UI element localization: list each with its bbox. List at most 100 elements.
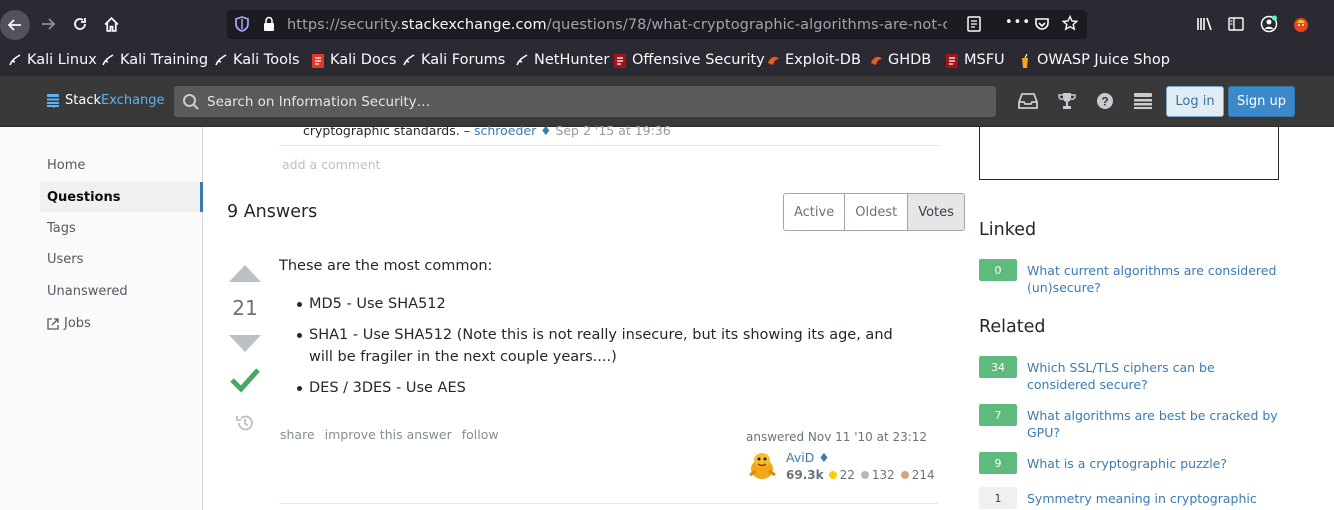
gold-badge-icon [828, 471, 837, 479]
achievements-trophy-icon[interactable] [1056, 91, 1078, 111]
bookmark-3[interactable]: Kali Docs [312, 50, 396, 70]
bookmark-label: Kali Linux [27, 52, 97, 68]
bookmark-star-icon[interactable] [1061, 14, 1079, 35]
lock-icon[interactable] [263, 16, 275, 36]
exploitdb-icon [767, 54, 779, 66]
related-score-badge: 9 [979, 452, 1017, 474]
bookmark-2[interactable]: Kali Tools [215, 50, 300, 70]
bookmark-label: Kali Training [120, 52, 209, 68]
answer-intro: These are the most common: [279, 258, 493, 274]
forward-button[interactable] [38, 9, 58, 39]
stackexchange-logo[interactable]: Stack Exchange [47, 93, 165, 108]
linked-heading: Linked [979, 220, 1037, 240]
signup-button[interactable]: Sign up [1228, 86, 1295, 117]
sidebar-item-tags[interactable]: Tags [47, 221, 76, 236]
home-icon [104, 16, 118, 32]
inbox-icon[interactable] [1017, 91, 1039, 111]
sidebar-item-home[interactable]: Home [47, 158, 85, 173]
linked-question-link[interactable]: What current algorithms are considered (… [1027, 262, 1287, 296]
tab-votes[interactable]: Votes [907, 194, 964, 230]
bookmark-1[interactable]: Kali Training [102, 50, 208, 70]
offsec-icon [614, 54, 626, 68]
related-score-badge: 7 [979, 404, 1017, 426]
login-button[interactable]: Log in [1166, 86, 1224, 117]
forward-arrow-icon [42, 18, 56, 30]
bookmark-5[interactable]: NetHunter [516, 50, 609, 70]
library-icon[interactable] [1196, 16, 1214, 36]
bookmark-10[interactable]: OWASP Juice Shop [1019, 50, 1170, 70]
logo-text-exchange: Exchange [101, 93, 165, 108]
answered-time[interactable]: answered Nov 11 '10 at 23:12 [746, 430, 927, 444]
bookmark-label: MSFU [964, 52, 1005, 68]
bookmark-0[interactable]: Kali Linux [9, 50, 97, 70]
bullet-dot [297, 386, 302, 391]
improve-answer-link[interactable]: improve this answer [325, 427, 452, 442]
related-question-link[interactable]: What algorithms are best be cracked by G… [1027, 407, 1287, 441]
kali-dragon-icon [102, 54, 114, 66]
bookmark-label: Kali Docs [330, 52, 397, 68]
sidebar-item-questions-label: Questions [47, 190, 121, 205]
bronze-badge-icon [900, 471, 909, 479]
reload-button[interactable] [70, 9, 90, 39]
comment-user-link[interactable]: schroeder [474, 123, 536, 138]
answer-actions: share improve this answer follow [280, 427, 499, 442]
comment-date[interactable]: Sep 2 '15 at 19:36 [555, 123, 670, 138]
answer-user-link[interactable]: AviD [786, 450, 814, 465]
search-icon [183, 94, 199, 110]
help-icon[interactable]: ? [1094, 91, 1116, 111]
svg-text:?: ? [1101, 95, 1108, 109]
search-input[interactable]: Search on Information Security… [174, 86, 996, 117]
related-question-link[interactable]: Symmetry meaning in cryptographic [1027, 490, 1287, 507]
user-reputation: 69.3k 22 132 214 [786, 468, 935, 482]
logo-text-stack: Stack [65, 93, 101, 108]
accepted-checkmark-icon [230, 365, 260, 397]
home-button[interactable] [101, 9, 121, 39]
search-placeholder: Search on Information Security… [207, 93, 431, 110]
bookmark-4[interactable]: Kali Forums [403, 50, 505, 70]
site-switcher-icon[interactable] [1132, 91, 1154, 111]
url-text[interactable]: https://security.stackexchange.com/quest… [287, 17, 947, 33]
upvote-button[interactable] [229, 265, 261, 282]
sidebar-toggle-icon[interactable] [1228, 16, 1244, 36]
question-comment: cryptographic standards. – schroeder ♦ S… [303, 123, 671, 138]
silver-badge-count: 132 [871, 468, 895, 482]
back-button[interactable] [0, 10, 30, 40]
account-icon[interactable] [1260, 15, 1278, 37]
bookmark-label: OWASP Juice Shop [1037, 52, 1170, 68]
silver-badge-icon [860, 471, 869, 479]
sidebar-item-jobs[interactable]: Jobs [47, 316, 91, 331]
related-question-link[interactable]: What is a cryptographic puzzle? [1027, 455, 1287, 472]
bookmark-7[interactable]: Exploit-DB [767, 50, 861, 70]
extension-icon[interactable] [1292, 15, 1310, 37]
related-question-link[interactable]: Which SSL/TLS ciphers can be considered … [1027, 359, 1287, 393]
kali-dragon-icon [403, 54, 415, 66]
sidebar-item-users[interactable]: Users [47, 252, 83, 267]
follow-link[interactable]: follow [462, 427, 499, 442]
tab-active[interactable]: Active [784, 194, 845, 230]
avatar[interactable] [746, 449, 779, 486]
reload-icon [74, 18, 86, 30]
bookmark-6[interactable]: Offensive Security [614, 50, 765, 70]
url-domain: stackexchange.com [401, 16, 547, 33]
page-actions-icon[interactable]: ••• [1005, 15, 1031, 30]
url-bar[interactable]: https://security.stackexchange.com/quest… [227, 10, 1087, 39]
add-comment-link[interactable]: add a comment [282, 157, 381, 172]
downvote-button[interactable] [229, 335, 261, 352]
divider [279, 503, 938, 504]
bookmark-9[interactable]: MSFU [946, 50, 1005, 70]
moderator-diamond: ♦ [540, 123, 552, 138]
nethunter-icon [516, 54, 528, 66]
history-icon[interactable] [235, 413, 255, 437]
reader-view-icon[interactable] [967, 16, 981, 36]
url-path: /questions/78/what-cryptographic-algorit… [546, 16, 947, 33]
pocket-icon[interactable] [1034, 16, 1050, 36]
external-link-icon [47, 317, 59, 330]
bookmark-8[interactable]: GHDB [870, 50, 931, 70]
related-score-badge: 34 [979, 356, 1017, 378]
bullet-dot [297, 333, 302, 338]
tracking-protection-icon[interactable] [235, 16, 249, 36]
sidebar-item-unanswered[interactable]: Unanswered [47, 284, 128, 299]
share-link[interactable]: share [280, 427, 315, 442]
ad-placeholder [979, 127, 1279, 180]
tab-oldest[interactable]: Oldest [844, 194, 908, 230]
